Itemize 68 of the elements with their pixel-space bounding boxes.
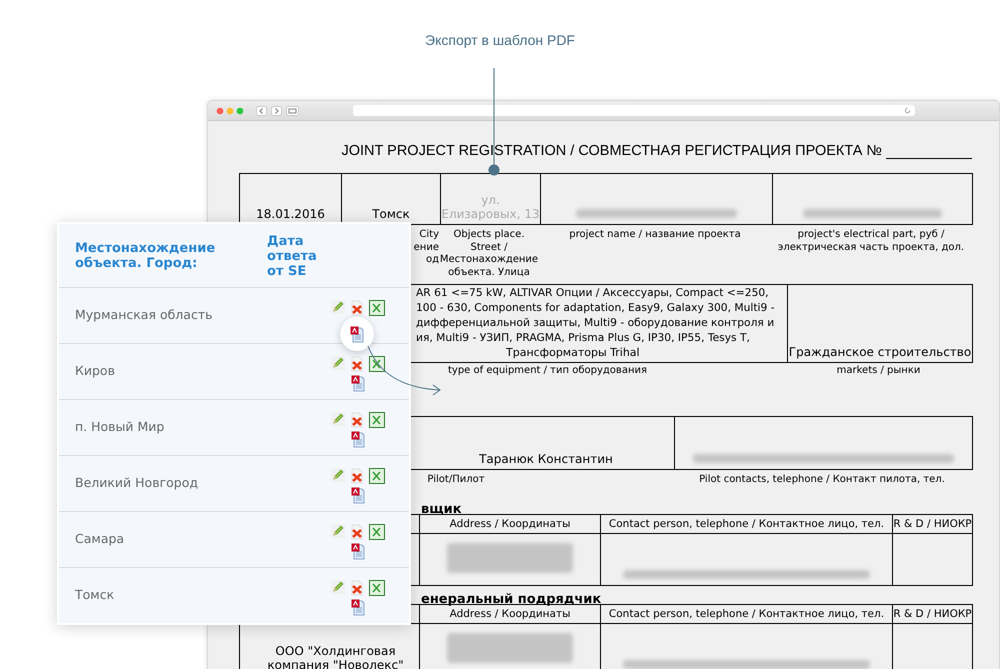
column-header: Contact person, telephone / Контактное лицо, тел. <box>608 518 884 530</box>
pencil-icon[interactable] <box>331 412 345 426</box>
pdf-document-icon <box>351 486 365 504</box>
delete-icon[interactable] <box>350 468 364 484</box>
delete-icon[interactable] <box>350 524 364 540</box>
column-header: Address / Координаты <box>450 518 570 530</box>
pencil-icon[interactable] <box>331 524 345 538</box>
field-label: City ение од <box>414 229 439 267</box>
callout-label: Экспорт в шаблон PDF <box>424 32 576 48</box>
field-label: markets / рынки <box>836 365 920 378</box>
spreadsheet-icon[interactable] <box>369 580 385 596</box>
column-header: Contact person, telephone / Контактное лицо, тел. <box>608 608 884 620</box>
spreadsheet-icon[interactable] <box>369 468 385 484</box>
city-name: Великий Новгород <box>74 474 200 492</box>
table-cell: Гражданское строительство <box>788 345 972 359</box>
pdf-document-icon <box>350 326 364 342</box>
column-header: R & D / НИОКР <box>893 518 972 530</box>
pdf-export-button[interactable] <box>350 542 366 560</box>
field-label: project's electrical part, руб / электрическая часть проекта, дол. <box>778 229 964 254</box>
delete-icon[interactable] <box>350 580 364 596</box>
pencil-icon[interactable] <box>331 468 345 482</box>
city-name: Киров <box>74 362 116 380</box>
field-label: type of equipment / тип оборудования <box>448 365 647 378</box>
section-heading: енеральный подрядчик <box>421 592 602 607</box>
city-name: Самара <box>74 530 126 548</box>
spreadsheet-icon[interactable] <box>369 524 385 540</box>
city-name: Мурманская область <box>74 306 214 324</box>
pdf-export-button[interactable] <box>350 430 366 448</box>
pencil-icon[interactable] <box>331 300 345 314</box>
field-label: Pilot/Пилот <box>427 474 485 486</box>
table-cell: Томск <box>372 207 410 221</box>
forward-icon[interactable] <box>271 106 282 116</box>
column-header: Местонахождение объекта. Город: <box>75 240 216 273</box>
equipment-list: Трансформаторы Trihal <box>506 345 640 360</box>
pencil-icon[interactable] <box>331 356 345 370</box>
field-label: Pilot contacts, telephone / Контакт пилота, тел. <box>699 474 945 486</box>
pdf-document-icon <box>351 598 365 616</box>
column-header: R & D / НИОКР <box>893 608 972 620</box>
table-cell: ул. Елизаровых, 13 <box>441 193 540 221</box>
spreadsheet-icon[interactable] <box>369 300 385 316</box>
pdf-export-button[interactable] <box>350 374 366 392</box>
pdf-document-icon <box>351 542 365 560</box>
spreadsheet-icon[interactable] <box>369 356 385 372</box>
delete-icon[interactable] <box>350 412 364 428</box>
field-label: Objects place. Street / Местонахождение объекта. Улица <box>440 229 538 279</box>
section-heading: вщик <box>421 502 462 517</box>
spreadsheet-icon[interactable] <box>369 412 385 428</box>
reload-icon[interactable] <box>904 107 911 114</box>
pdf-export-button[interactable] <box>350 598 366 616</box>
pencil-icon[interactable] <box>331 580 345 594</box>
column-header: Address / Координаты <box>450 608 570 620</box>
delete-icon[interactable] <box>350 356 364 372</box>
pdf-document-icon <box>351 430 365 448</box>
pdf-export-button[interactable] <box>350 486 366 504</box>
column-header: Дата ответа от SE <box>267 234 318 281</box>
sidebar-icon[interactable] <box>286 106 299 116</box>
table-cell: 18.01.2016 <box>256 207 325 221</box>
equipment-list: AR 61 <=75 kW, ALTIVAR Опции / Аксессуары, Compact <=250, 100 - 630, Components for adaptation, Easy9, Galaxy 300, Multi9 - дифференциальной защиты, Multi9 - оборудование контроля и ия, Multi9 - УЗИП, PRAGMA, Prisma Plus G, IP30, IP55, Tesys T, <box>416 285 775 345</box>
table-cell: Таранюк Константин <box>479 452 613 466</box>
table-cell-text: ООО "Холдинговая компания "Новолекс" <box>266 644 405 669</box>
delete-icon[interactable] <box>350 300 364 316</box>
field-label: project name / название проекта <box>569 229 741 242</box>
city-name: Томск <box>74 586 116 604</box>
back-icon[interactable] <box>256 106 267 116</box>
pdf-export-button[interactable] <box>340 317 374 351</box>
city-name: п. Новый Мир <box>74 418 166 436</box>
window-controls-icon[interactable] <box>216 106 246 114</box>
pdf-document-icon <box>351 374 365 392</box>
